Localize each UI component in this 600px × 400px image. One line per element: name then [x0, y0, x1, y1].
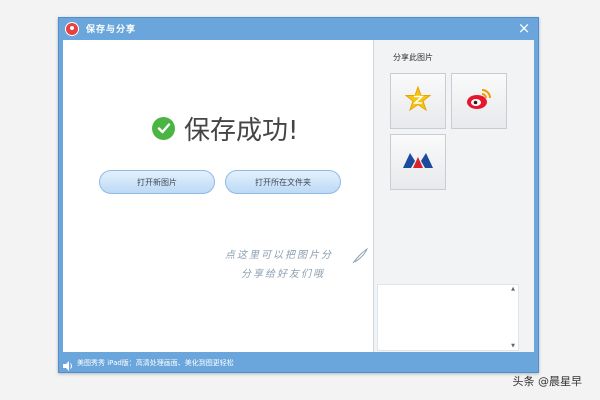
- speaker-icon: [62, 357, 73, 371]
- share-renren-button[interactable]: [390, 134, 446, 190]
- quill-icon: [350, 246, 370, 269]
- weibo-icon: [465, 87, 493, 115]
- renren-icon: [402, 150, 434, 174]
- share-panel-title: 分享此图片: [393, 53, 433, 62]
- save-share-dialog: 保存与分享 × 保存成功! 打开新图片 打开所在文件夹 点这里可以把图片分 分享…: [58, 17, 539, 373]
- hint-line-2: 分享给好友们哦: [241, 269, 325, 280]
- main-panel: 保存成功! 打开新图片 打开所在文件夹 点这里可以把图片分 分享给好友们哦: [63, 40, 374, 352]
- success-text: 保存成功!: [184, 115, 299, 146]
- scroll-up-arrow-icon[interactable]: ▲: [511, 286, 515, 292]
- promo-link[interactable]: 美图秀秀 iPad版：高清处理画面、美化到图更轻松: [77, 358, 234, 368]
- open-new-image-button[interactable]: 打开新图片: [99, 170, 215, 194]
- share-qzone-button[interactable]: [390, 73, 446, 129]
- handwritten-share-hint: 点这里可以把图片分 分享给好友们哦: [225, 246, 370, 298]
- share-sidebar: 分享此图片 ▲ ▼: [374, 40, 534, 352]
- open-folder-button[interactable]: 打开所在文件夹: [225, 170, 341, 194]
- close-button[interactable]: ×: [516, 20, 532, 36]
- hint-line-1: 点这里可以把图片分: [225, 250, 333, 261]
- watermark-text: 头条 @晨星早: [512, 375, 583, 388]
- share-weibo-button[interactable]: [451, 73, 507, 129]
- window-title: 保存与分享: [86, 25, 137, 35]
- scroll-down-arrow-icon[interactable]: ▼: [511, 343, 515, 349]
- success-check-icon: [152, 116, 175, 140]
- title-bar: 保存与分享 ×: [59, 18, 538, 40]
- meitu-logo-icon: [65, 22, 79, 36]
- share-comment-box[interactable]: ▲ ▼: [377, 284, 519, 351]
- status-bar: 美图秀秀 iPad版：高清处理画面、美化到图更轻松: [59, 354, 538, 372]
- success-message: 保存成功!: [152, 111, 299, 146]
- qzone-star-icon: [404, 85, 432, 116]
